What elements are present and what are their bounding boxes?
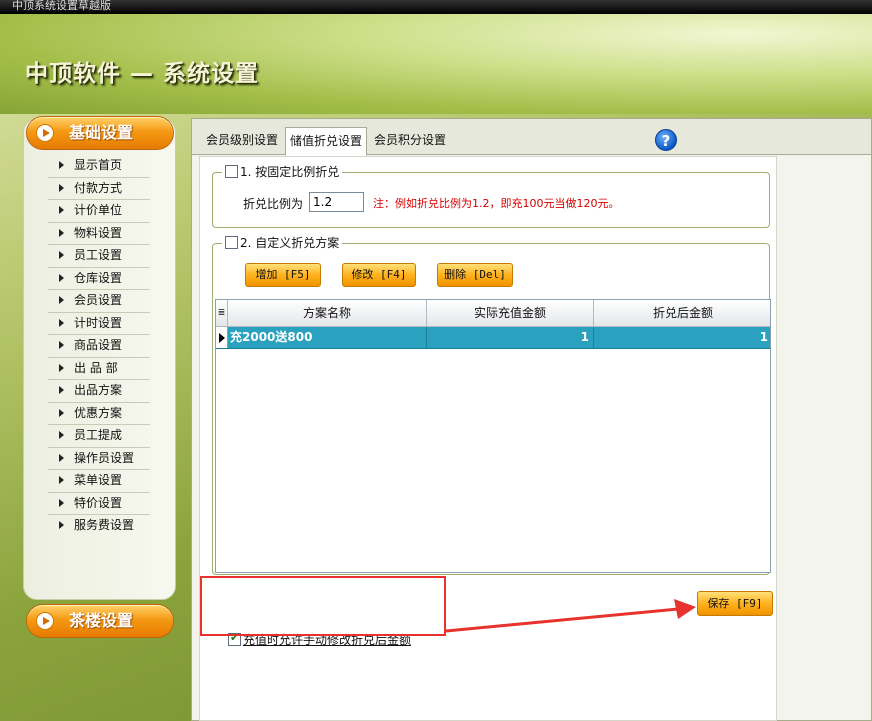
triangle-right-icon [59,363,64,372]
annotation-arrow-icon [445,599,696,633]
fixed-ratio-group: 1. 按固定比例折兑 折兑比例为 注：例如折兑比例为1.2，即充100元当做12… [212,164,770,228]
sidebar-item-operator[interactable]: 操作员设置 [48,448,150,470]
custom-plan-group: 2. 自定义折兑方案 增加 [F5] 修改 [F4] 删除 [Del] ≣ 方案… [212,235,771,575]
window-title: 中顶系统设置草越版 [12,0,111,12]
table-row[interactable]: 充2000送800 1 1 [216,327,770,349]
sidebar-item-menu[interactable]: 菜单设置 [48,470,150,493]
sidebar-item-label: 操作员设置 [74,450,135,465]
edit-button[interactable]: 修改 [F4] [342,263,416,287]
sidebar-item-commission[interactable]: 员工提成 [48,425,150,448]
triangle-right-icon [59,498,64,507]
group-teahouse-settings-label: 茶楼设置 [69,611,134,630]
triangle-right-icon [59,386,64,394]
sidebar-item-timing[interactable]: 计时设置 [48,313,150,335]
group-basic-settings-label: 基础设置 [69,123,134,142]
sidebar-item-label: 出品方案 [74,383,123,397]
settings-menu: 显示首页 付款方式 计价单位 物料设置 员工设置 仓库设置 会员设置 计时设置 … [48,155,150,538]
annotation-highlight-box [200,576,446,636]
tab-member-level[interactable]: 会员级别设置 [202,127,282,155]
tab-bar: 会员级别设置 储值折兑设置 会员积分设置 ? [192,119,871,156]
sidebar-item-label: 菜单设置 [74,473,123,487]
sidebar-item-payment[interactable]: 付款方式 [48,178,150,200]
sidebar-item-special-price[interactable]: 特价设置 [48,493,150,515]
fixed-ratio-legend-text: 1. 按固定比例折兑 [240,165,340,179]
fixed-ratio-legend: 1. 按固定比例折兑 [222,164,343,180]
custom-plan-checkbox[interactable] [225,236,238,249]
ratio-note: 注：例如折兑比例为1.2，即充100元当做120元。 [373,197,620,210]
play-icon [36,124,54,142]
sidebar-item-label: 优惠方案 [74,405,123,420]
group-teahouse-settings-button[interactable]: 茶楼设置 [26,604,174,638]
sidebar-item-unit[interactable]: 计价单位 [48,200,150,223]
cell-actual-amount[interactable]: 1 [427,327,594,348]
cell-plan-name[interactable]: 充2000送800 [228,327,427,348]
sidebar-item-label: 付款方式 [74,180,123,195]
triangle-right-icon [59,161,64,169]
sidebar-item-label: 仓库设置 [74,270,123,285]
triangle-right-icon [59,476,64,484]
triangle-right-icon [59,273,64,282]
triangle-right-icon [59,521,64,529]
triangle-right-icon [59,228,64,237]
save-button[interactable]: 保存 [F9] [697,591,773,616]
sidebar-item-label: 计时设置 [74,315,123,330]
sidebar-item-materials[interactable]: 物料设置 [48,223,150,245]
help-icon[interactable]: ? [655,129,677,151]
sidebar-item-label: 物料设置 [74,225,123,240]
grid-header: ≣ 方案名称 实际充值金额 折兑后金额 [216,300,770,327]
custom-plan-legend: 2. 自定义折兑方案 [222,235,343,251]
fixed-ratio-checkbox[interactable] [225,165,238,178]
sidebar-item-warehouse[interactable]: 仓库设置 [48,268,150,290]
window-title-bar: 中顶系统设置草越版 [0,0,872,14]
custom-plan-legend-text: 2. 自定义折兑方案 [240,236,340,250]
plan-grid: ≣ 方案名称 实际充值金额 折兑后金额 充2000送800 1 1 [215,299,771,573]
sidebar-item-service-fee[interactable]: 服务费设置 [48,515,150,538]
group-basic-settings-button[interactable]: 基础设置 [26,116,174,150]
sidebar-item-output-dept[interactable]: 出 品 部 [48,358,150,380]
triangle-right-icon [59,251,64,259]
sidebar-item-label: 特价设置 [74,495,123,510]
sidebar-item-label: 会员设置 [74,293,123,307]
cell-converted-amount[interactable]: 1 [594,327,770,348]
sidebar-item-discount-plan[interactable]: 优惠方案 [48,403,150,425]
app-header: 中顶软件 — 系统设置 [0,14,872,114]
triangle-right-icon [59,408,64,417]
ratio-input[interactable] [309,192,364,212]
triangle-right-icon [59,206,64,214]
sidebar-item-label: 显示首页 [74,158,123,172]
sidebar-item-home[interactable]: 显示首页 [48,155,150,178]
sidebar-item-label: 计价单位 [74,203,123,217]
tab-member-points[interactable]: 会员积分设置 [370,127,450,155]
tab-stored-value-conversion[interactable]: 储值折兑设置 [285,127,368,156]
triangle-right-icon [59,431,64,439]
sidebar-item-output-plan[interactable]: 出品方案 [48,380,150,403]
column-header-actual-amount[interactable]: 实际充值金额 [427,300,594,326]
row-selector-icon [216,327,228,348]
triangle-right-icon [59,453,64,462]
ratio-label: 折兑比例为 [243,197,304,211]
sidebar-item-label: 服务费设置 [74,518,135,532]
column-header-converted-amount[interactable]: 折兑后金额 [594,300,770,326]
sidebar-item-label: 出 品 部 [74,360,118,375]
app-title: 中顶软件 — 系统设置 [25,61,260,87]
sidebar-item-label: 员工设置 [74,248,123,262]
sidebar-item-goods[interactable]: 商品设置 [48,335,150,358]
triangle-right-icon [59,318,64,327]
sidebar-item-label: 商品设置 [74,338,123,352]
add-button[interactable]: 增加 [F5] [245,263,321,287]
stored-value-panel: 1. 按固定比例折兑 折兑比例为 注：例如折兑比例为1.2，即充100元当做12… [199,156,777,721]
sidebar-item-staff[interactable]: 员工设置 [48,245,150,268]
play-icon [36,612,54,630]
triangle-right-icon [59,183,64,192]
column-header-plan-name[interactable]: 方案名称 [228,300,427,326]
triangle-right-icon [59,341,64,349]
triangle-right-icon [59,296,64,304]
delete-button[interactable]: 删除 [Del] [437,263,513,287]
sidebar-item-label: 员工提成 [74,428,123,442]
grid-corner-icon: ≣ [216,300,228,326]
sidebar-item-member[interactable]: 会员设置 [48,290,150,313]
